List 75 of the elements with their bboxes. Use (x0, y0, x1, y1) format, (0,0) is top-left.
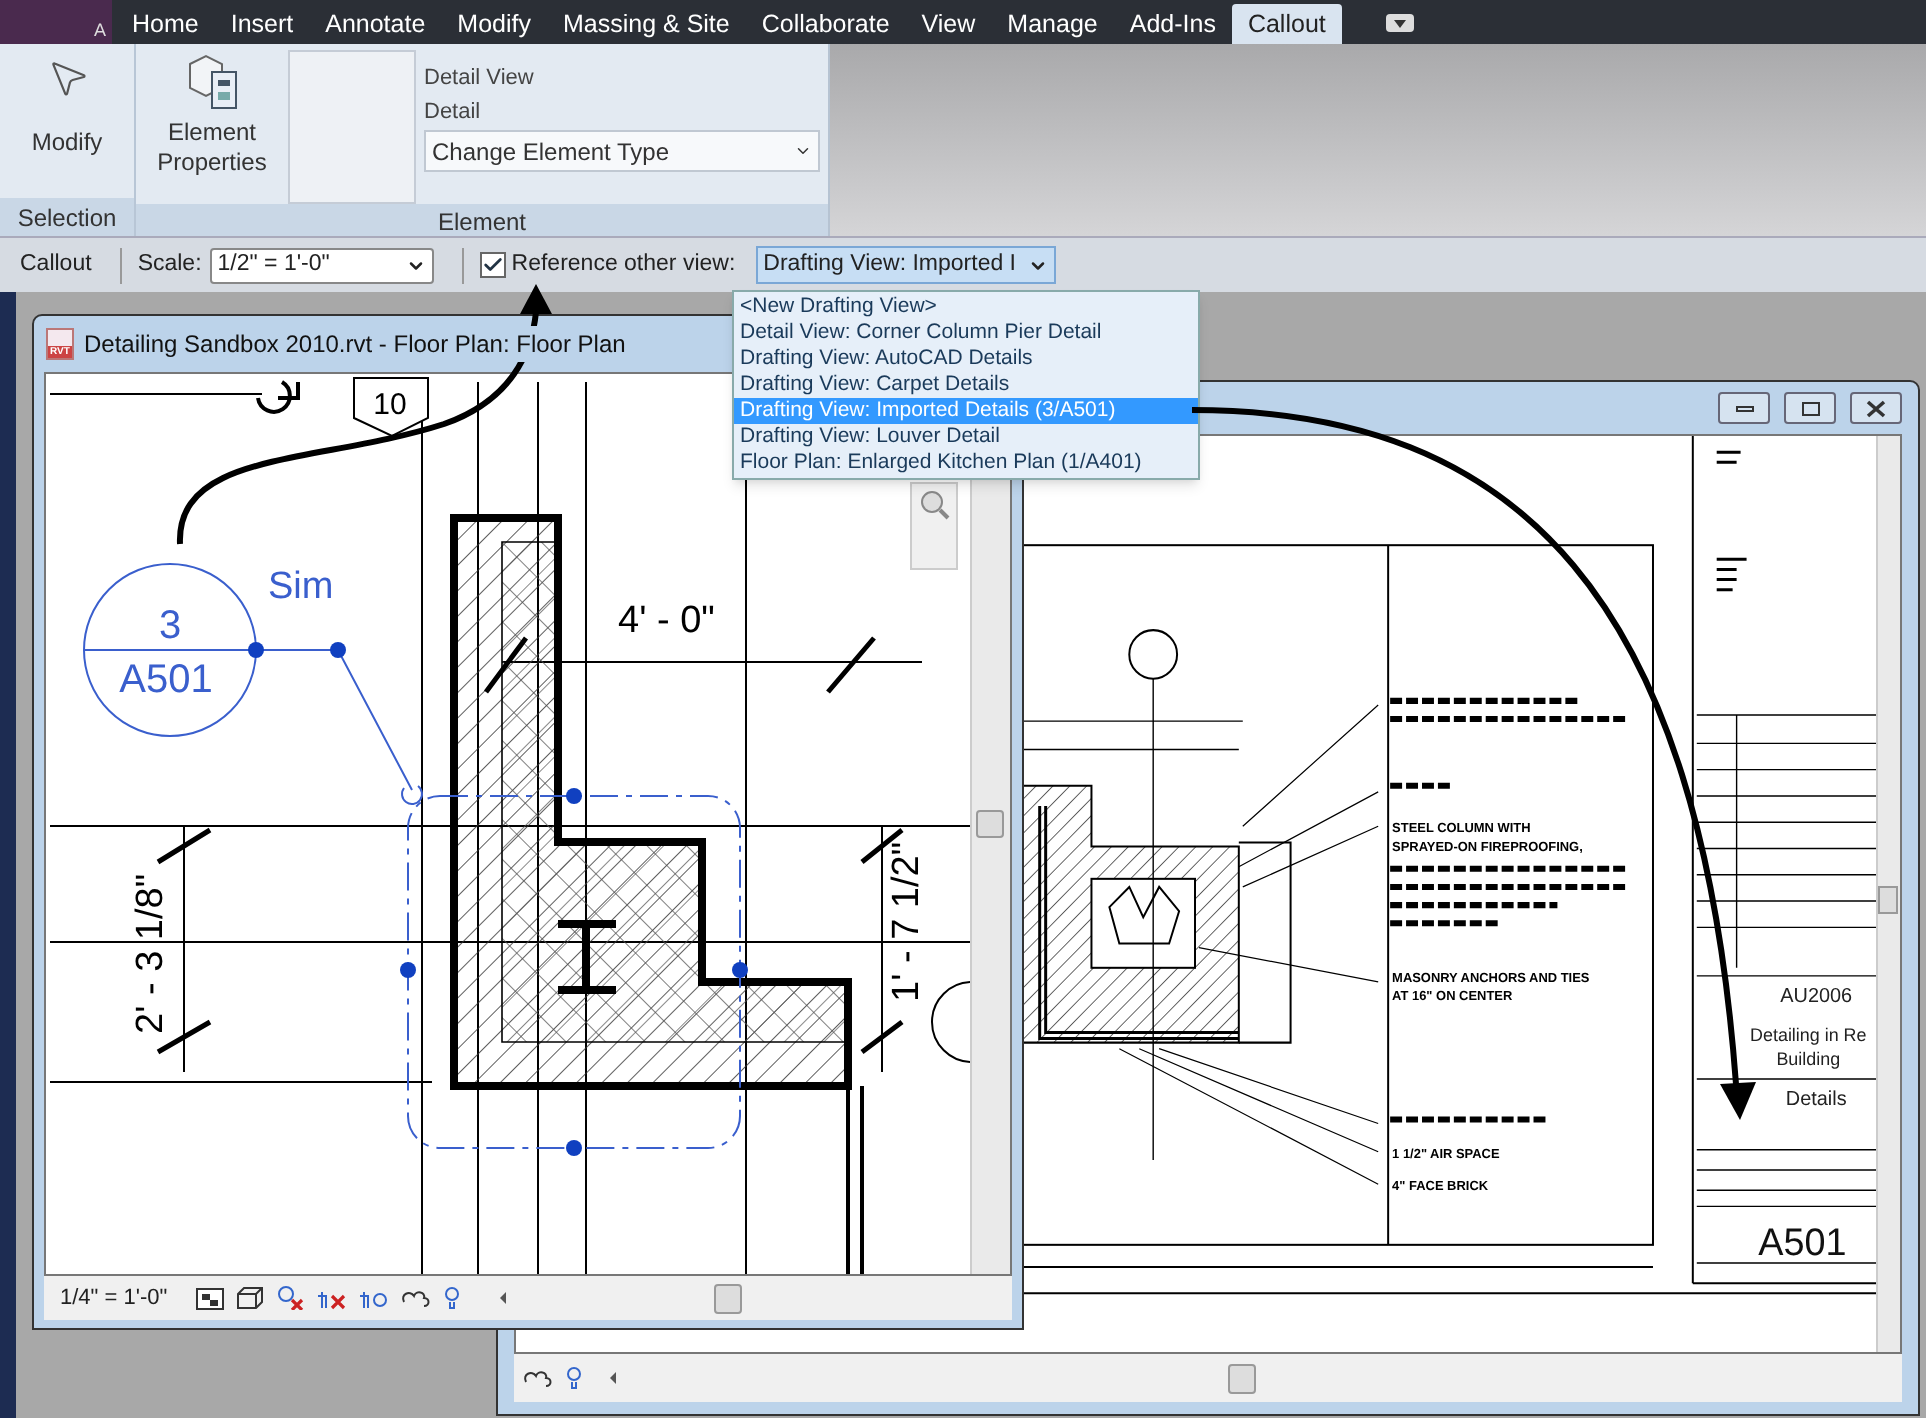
element-properties-button[interactable]: Element Properties (136, 44, 288, 178)
reference-label: Reference other view: (511, 249, 736, 280)
view-select[interactable]: Drafting View: Imported I (755, 246, 1056, 284)
window-title: Detailing Sandbox 2010.rvt - Floor Plan: Floor Plan (84, 326, 626, 362)
grip-handle[interactable] (330, 642, 346, 658)
panel-title: Selection (0, 198, 134, 236)
navigation-bar[interactable] (910, 482, 958, 570)
sheet-title-line: Building (1776, 1048, 1841, 1069)
context-label: Callout (20, 249, 92, 280)
dropdown-item[interactable]: Drafting View: Louver Detail (734, 424, 1198, 450)
scrollbar-thumb[interactable] (713, 1283, 742, 1313)
grip-handle[interactable] (566, 788, 582, 804)
dropdown-item[interactable]: <New Drafting View> (734, 294, 1198, 320)
rotate-icon (401, 785, 423, 805)
callout-note: Sim (268, 566, 334, 608)
bulb-icon[interactable] (566, 1366, 582, 1390)
type-name: Detail (424, 98, 483, 128)
grip-handle[interactable] (400, 962, 416, 978)
scroll-left-arrow[interactable] (610, 1372, 616, 1384)
view-scale[interactable]: 1/4" = 1'-0" (60, 1281, 168, 1315)
dropdown-item[interactable]: Floor Plan: Enlarged Kitchen Plan (1/A401) (734, 450, 1198, 476)
sheet-name: Details (1785, 1089, 1847, 1112)
sheet-title-line: Detailing in Re (1750, 1024, 1867, 1045)
dimension-text: 2' - 3 1/8" (130, 873, 172, 1034)
steel-beam-icon (554, 920, 620, 994)
application-button[interactable]: A (0, 0, 112, 44)
toggle-icon[interactable] (1385, 14, 1414, 32)
ribbon-tab[interactable]: Modify (441, 4, 547, 44)
ribbon-tab[interactable]: Collaborate (745, 4, 906, 44)
callout-sheet: A501 (119, 658, 213, 702)
ribbon-tab[interactable]: Manage (991, 4, 1114, 44)
dropdown-item[interactable]: Detail View: Corner Column Pier Detail (734, 320, 1198, 346)
callout-number: 3 (158, 604, 182, 648)
scroll-left-arrow[interactable] (499, 1292, 506, 1304)
sheet-number: A501 (1758, 1222, 1847, 1265)
type-family: Detail View (424, 64, 536, 94)
scrollbar-thumb[interactable] (976, 810, 1004, 838)
crop-off-icon[interactable] (315, 1286, 346, 1310)
type-selector[interactable]: Change Element Type (424, 130, 820, 172)
modify-button[interactable]: Modify (0, 44, 134, 198)
project-name: AU2006 (1780, 986, 1853, 1009)
scale-label: Scale: (137, 249, 202, 280)
close-icon (1866, 399, 1886, 417)
scale-select[interactable]: 1/2" = 1'-0" (209, 247, 434, 283)
zoom-icon (918, 488, 950, 520)
caret-icon (794, 142, 812, 160)
crop-region-icon[interactable] (357, 1286, 388, 1310)
ribbon-tab[interactable]: Home (116, 4, 215, 44)
dimension-text: 4' - 0" (618, 600, 715, 642)
cube-icon[interactable] (235, 1286, 264, 1310)
ribbon-tab[interactable]: View (905, 4, 992, 44)
bulb-icon[interactable] (443, 1286, 460, 1310)
grid-tag-number: 10 (373, 388, 407, 422)
shadow-off-icon[interactable] (275, 1286, 304, 1310)
ribbon-tab[interactable]: Annotate (309, 4, 442, 44)
ribbon-tab[interactable]: Add-Ins (1113, 4, 1232, 44)
ribbon-tab[interactable]: Callout (1231, 4, 1342, 44)
dropdown-item[interactable]: Drafting View: AutoCAD Details (734, 346, 1198, 372)
reference-checkbox[interactable] (479, 252, 506, 278)
grip-handle[interactable] (566, 1140, 582, 1156)
maximize-button[interactable] (1784, 392, 1836, 424)
dimension-text: 1' - 7 1/2" (886, 841, 928, 1002)
ribbon-tab[interactable]: Insert (214, 4, 310, 44)
minimize-button[interactable] (1718, 392, 1770, 424)
cloud-icon[interactable] (399, 1286, 432, 1310)
detail-level-icon[interactable] (195, 1287, 224, 1309)
grip-handle[interactable] (732, 962, 748, 978)
scrollbar-thumb[interactable] (1228, 1363, 1256, 1393)
grip-handle[interactable] (248, 642, 264, 658)
close-button[interactable] (1850, 392, 1902, 424)
ribbon-tab[interactable]: Massing & Site (546, 4, 746, 44)
level-head-drawing (931, 981, 970, 1063)
cloud-icon[interactable] (522, 1366, 554, 1390)
scrollbar-thumb[interactable] (1878, 886, 1898, 914)
dropdown-item[interactable]: Drafting View: Carpet Details (734, 372, 1198, 398)
